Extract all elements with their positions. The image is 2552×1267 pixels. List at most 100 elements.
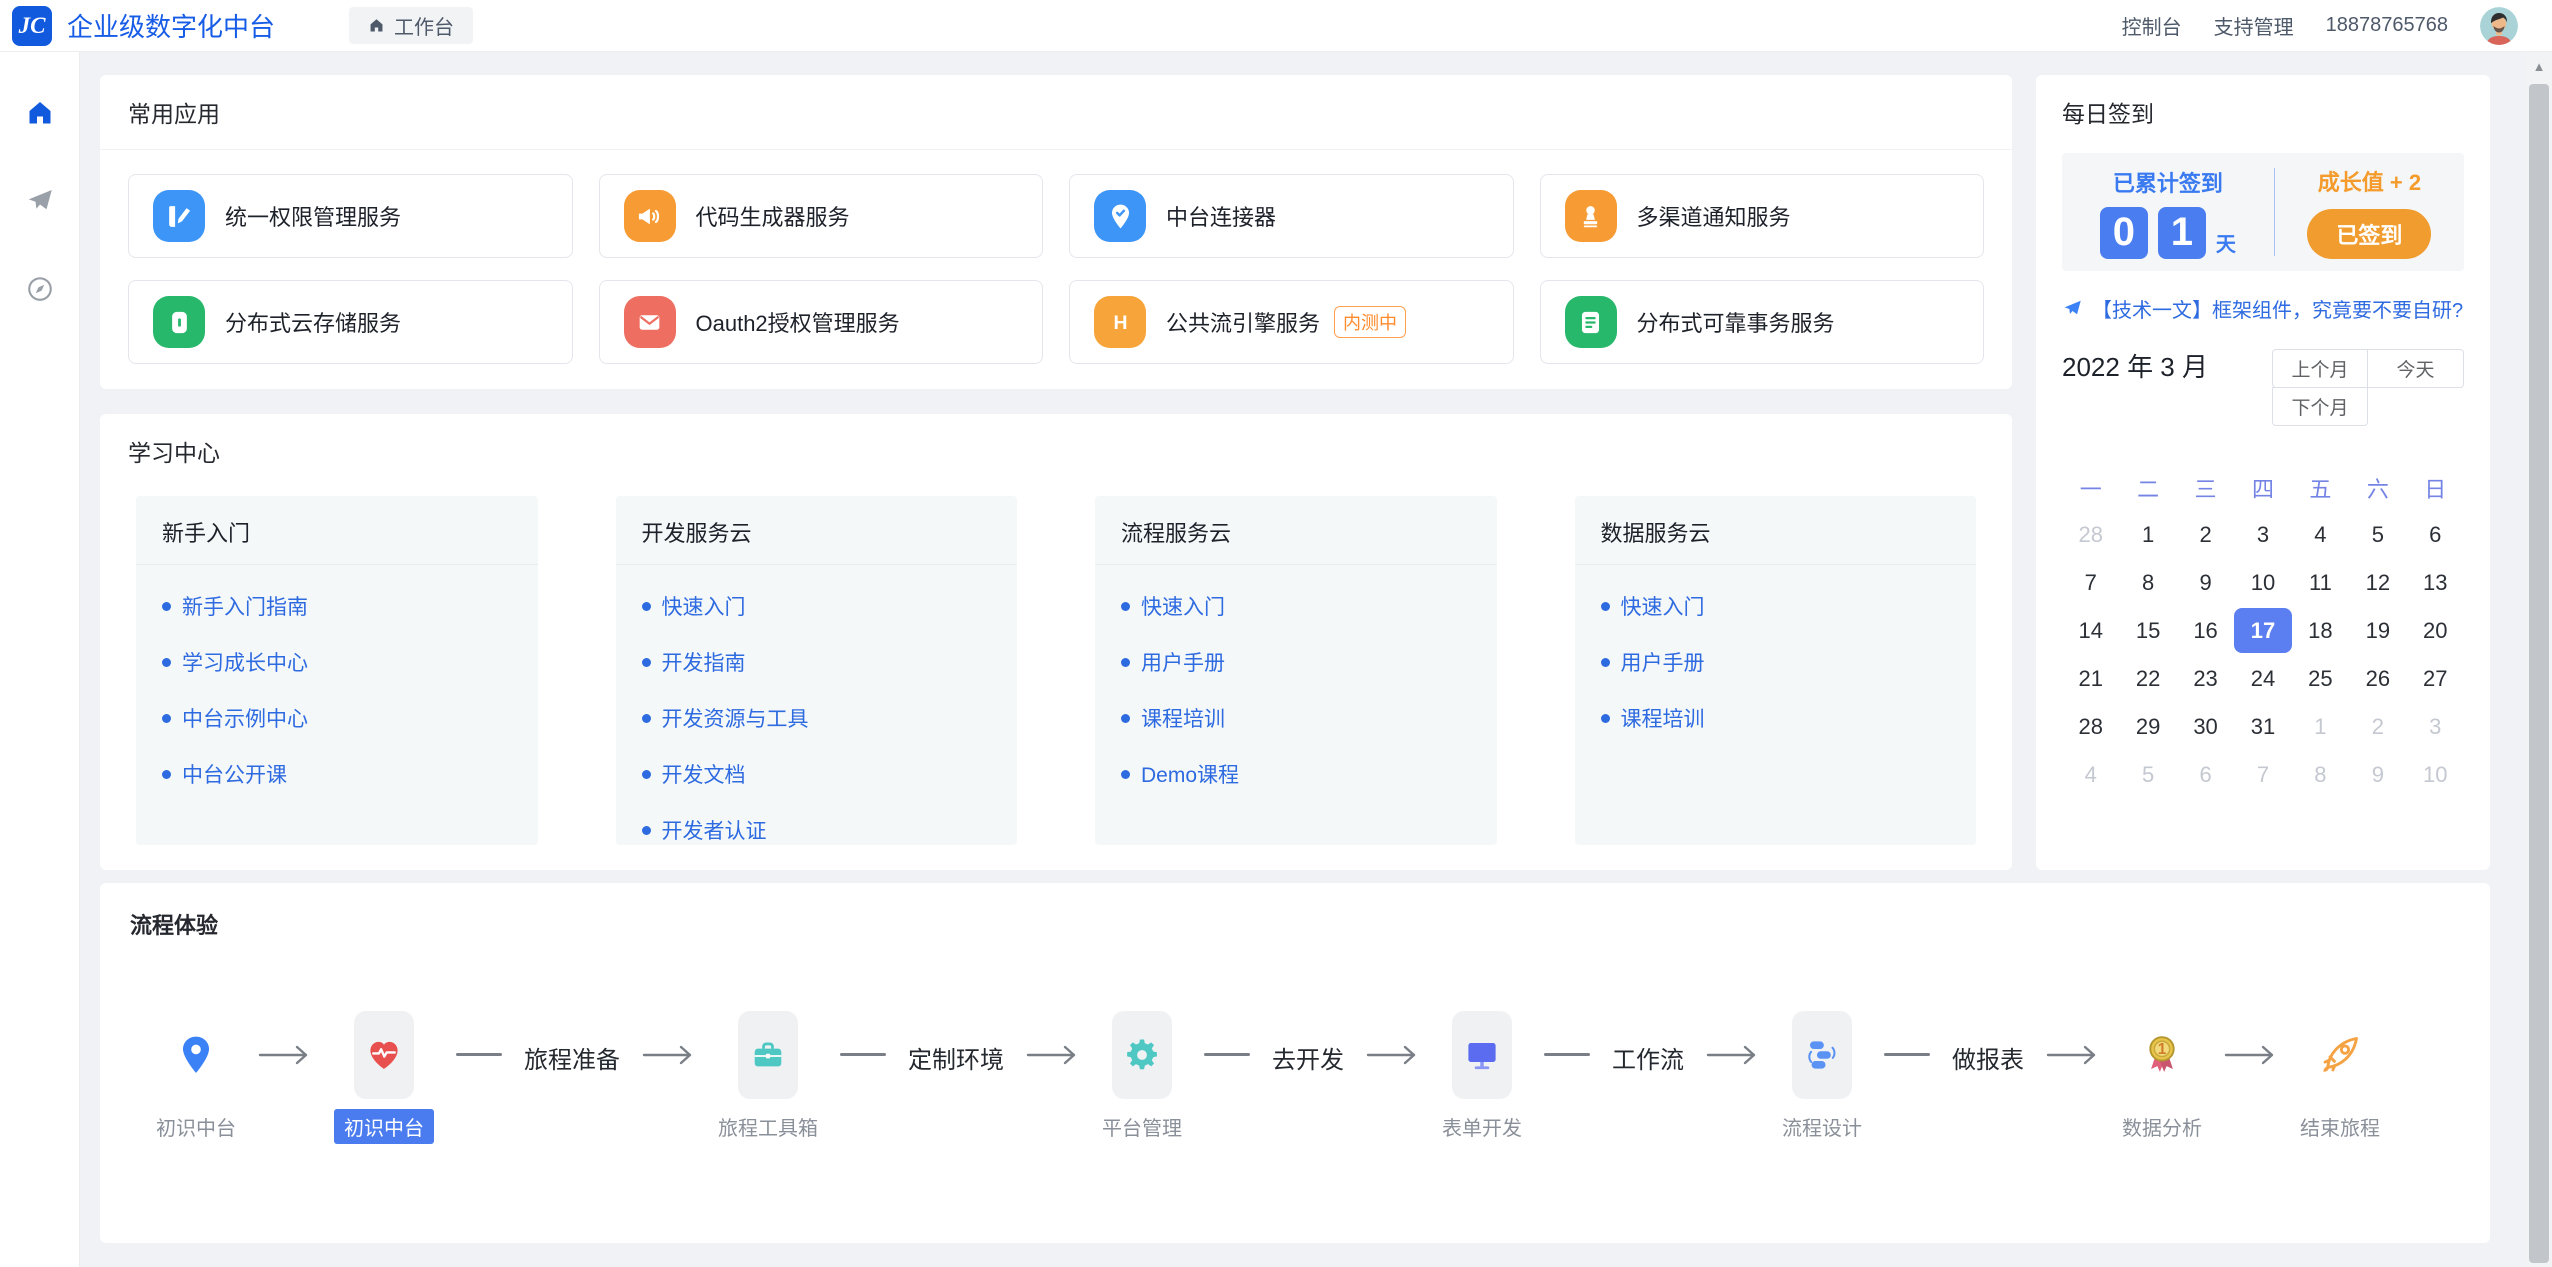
today-button[interactable]: 今天 — [2368, 349, 2464, 388]
calendar-day[interactable]: 5 — [2349, 512, 2406, 557]
learning-link[interactable]: 中台示例中心 — [162, 703, 512, 733]
calendar-day[interactable]: 7 — [2062, 560, 2119, 605]
app-title: 企业级数字化中台 — [67, 7, 275, 44]
calendar-day[interactable]: 9 — [2349, 752, 2406, 797]
calendar-day[interactable]: 4 — [2062, 752, 2119, 797]
journey-step[interactable]: 平台管理 — [1102, 1011, 1182, 1141]
app-card[interactable]: 代码生成器服务 — [599, 174, 1044, 258]
scroll-up-icon[interactable]: ▲ — [2526, 52, 2552, 80]
learning-link[interactable]: 课程培训 — [1601, 703, 1951, 733]
calendar-day[interactable]: 6 — [2177, 752, 2234, 797]
scrollbar-thumb[interactable] — [2529, 84, 2549, 1263]
learning-link[interactable]: 开发指南 — [642, 647, 992, 677]
calendar-day[interactable]: 30 — [2177, 704, 2234, 749]
calendar-day[interactable]: 10 — [2407, 752, 2464, 797]
calendar-day[interactable]: 26 — [2349, 656, 2406, 701]
app-logo[interactable]: JC — [12, 6, 52, 46]
calendar-day[interactable]: 14 — [2062, 608, 2119, 653]
calendar-day[interactable]: 28 — [2062, 704, 2119, 749]
calendar-day[interactable]: 3 — [2234, 512, 2291, 557]
common-apps-section: 常用应用 统一权限管理服务代码生成器服务中台连接器多渠道通知服务分布式云存储服务… — [100, 75, 2012, 389]
calendar-day[interactable]: 4 — [2292, 512, 2349, 557]
learning-link[interactable]: 开发资源与工具 — [642, 703, 992, 733]
bullet-icon — [642, 658, 651, 667]
app-card[interactable]: 分布式云存储服务 — [128, 280, 573, 364]
journey-step[interactable]: 初识中台 — [334, 1011, 434, 1144]
journey-step[interactable]: 结束旅程 — [2300, 1011, 2380, 1141]
learning-link[interactable]: 快速入门 — [642, 591, 992, 621]
journey-step[interactable]: 旅程工具箱 — [718, 1011, 818, 1141]
console-link[interactable]: 控制台 — [2122, 11, 2182, 40]
learning-link[interactable]: 快速入门 — [1121, 591, 1471, 621]
learning-link[interactable]: 学习成长中心 — [162, 647, 512, 677]
calendar-day[interactable]: 18 — [2292, 608, 2349, 653]
calendar-day[interactable]: 17 — [2234, 608, 2291, 653]
news-link[interactable]: 【技术一文】框架组件，究竟要不要自研? — [2062, 294, 2464, 323]
calendar-day[interactable]: 13 — [2407, 560, 2464, 605]
app-card[interactable]: 中台连接器 — [1069, 174, 1514, 258]
compass-icon[interactable] — [25, 274, 55, 304]
calendar-day[interactable]: 22 — [2119, 656, 2176, 701]
calendar-day[interactable]: 29 — [2119, 704, 2176, 749]
calendar-day[interactable]: 2 — [2349, 704, 2406, 749]
journey-step[interactable]: 表单开发 — [1442, 1011, 1522, 1141]
journey-step[interactable]: 1数据分析 — [2122, 1011, 2202, 1141]
calendar-day[interactable]: 9 — [2177, 560, 2234, 605]
signed-in-button[interactable]: 已签到 — [2307, 209, 2431, 259]
journey-step[interactable]: 流程设计 — [1782, 1011, 1862, 1141]
prev-month-button[interactable]: 上个月 — [2272, 349, 2368, 388]
app-card[interactable]: 分布式可靠事务服务 — [1540, 280, 1985, 364]
calendar-day[interactable]: 8 — [2292, 752, 2349, 797]
calendar-day[interactable]: 12 — [2349, 560, 2406, 605]
learning-link[interactable]: 开发者认证 — [642, 815, 992, 845]
calendar-day[interactable]: 10 — [2234, 560, 2291, 605]
phone-number[interactable]: 18878765768 — [2326, 14, 2448, 37]
calendar-day[interactable]: 1 — [2119, 512, 2176, 557]
calendar-day[interactable]: 27 — [2407, 656, 2464, 701]
calendar-day[interactable]: 28 — [2062, 512, 2119, 557]
calendar-day[interactable]: 16 — [2177, 608, 2234, 653]
home-icon — [368, 17, 385, 34]
learning-link[interactable]: 课程培训 — [1121, 703, 1471, 733]
calendar-day[interactable]: 2 — [2177, 512, 2234, 557]
bullet-icon — [1601, 714, 1610, 723]
support-admin-link[interactable]: 支持管理 — [2214, 11, 2294, 40]
send-icon[interactable] — [25, 186, 55, 216]
app-card[interactable]: H公共流引擎服务内测中 — [1069, 280, 1514, 364]
journey-section: 流程体验 初识中台初识中台旅程准备旅程工具箱定制环境平台管理去开发表单开发工作流… — [100, 883, 2490, 1243]
calendar-day[interactable]: 15 — [2119, 608, 2176, 653]
learning-link[interactable]: 用户手册 — [1121, 647, 1471, 677]
journey-step[interactable]: 初识中台 — [156, 1011, 236, 1141]
next-month-button[interactable]: 下个月 — [2272, 387, 2368, 426]
avatar[interactable] — [2480, 7, 2518, 45]
learning-link[interactable]: 中台公开课 — [162, 759, 512, 789]
calendar-day[interactable]: 11 — [2292, 560, 2349, 605]
journey-stage-label: 做报表 — [1952, 1040, 2024, 1075]
app-card[interactable]: 统一权限管理服务 — [128, 174, 573, 258]
calendar-day[interactable]: 5 — [2119, 752, 2176, 797]
learning-link[interactable]: 开发文档 — [642, 759, 992, 789]
calendar-day[interactable]: 24 — [2234, 656, 2291, 701]
calendar-weekday: 五 — [2292, 472, 2349, 504]
calendar-day[interactable]: 25 — [2292, 656, 2349, 701]
bullet-icon — [1121, 658, 1130, 667]
calendar-day[interactable]: 1 — [2292, 704, 2349, 749]
calendar-day[interactable]: 7 — [2234, 752, 2291, 797]
app-card[interactable]: Oauth2授权管理服务 — [599, 280, 1044, 364]
calendar-day[interactable]: 6 — [2407, 512, 2464, 557]
calendar-day[interactable]: 19 — [2349, 608, 2406, 653]
calendar-day[interactable]: 21 — [2062, 656, 2119, 701]
learning-column: 数据服务云快速入门用户手册课程培训 — [1575, 496, 1977, 845]
calendar-day[interactable]: 3 — [2407, 704, 2464, 749]
calendar-day[interactable]: 31 — [2234, 704, 2291, 749]
learning-link[interactable]: 快速入门 — [1601, 591, 1951, 621]
app-card[interactable]: 多渠道通知服务 — [1540, 174, 1985, 258]
home-icon[interactable] — [25, 98, 55, 128]
learning-link[interactable]: 用户手册 — [1601, 647, 1951, 677]
calendar-day[interactable]: 8 — [2119, 560, 2176, 605]
tab-workbench[interactable]: 工作台 — [349, 7, 473, 44]
calendar-day[interactable]: 20 — [2407, 608, 2464, 653]
learning-link[interactable]: Demo课程 — [1121, 759, 1471, 789]
calendar-day[interactable]: 23 — [2177, 656, 2234, 701]
learning-link[interactable]: 新手入门指南 — [162, 591, 512, 621]
